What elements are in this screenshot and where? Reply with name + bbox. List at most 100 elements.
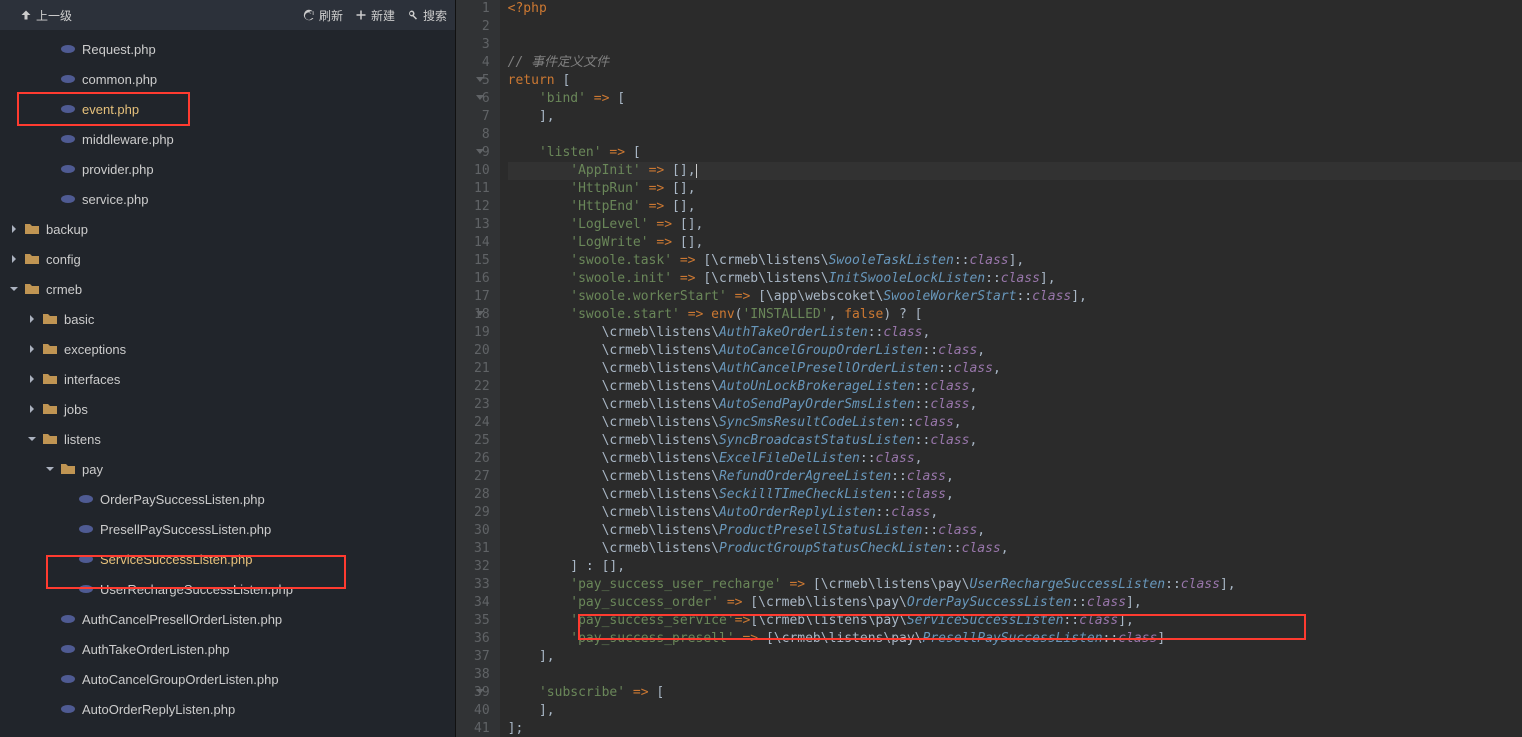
file-item[interactable]: OrderPaySuccessListen.php [0,484,455,514]
code-line[interactable]: ], [508,702,1522,720]
editor-code-area[interactable]: <?php // 事件定义文件return [ 'bind' => [ ], '… [500,0,1522,737]
line-number[interactable]: 13 [474,216,490,234]
search-button[interactable]: 搜索 [407,7,447,24]
code-editor[interactable]: 1234567891011121314151617181920212223242… [456,0,1522,737]
line-number[interactable]: 33 [474,576,490,594]
code-line[interactable]: \crmeb\listens\SyncBroadcastStatusListen… [508,432,1522,450]
code-line[interactable]: 'bind' => [ [508,90,1522,108]
line-number[interactable]: 28 [474,486,490,504]
code-line[interactable]: 'HttpEnd' => [], [508,198,1522,216]
code-line[interactable]: ] : [], [508,558,1522,576]
line-number[interactable]: 1 [474,0,490,18]
file-item[interactable]: middleware.php [0,124,455,154]
code-line[interactable]: ], [508,648,1522,666]
file-item[interactable]: AuthCancelPresellOrderListen.php [0,604,455,634]
line-number[interactable]: 30 [474,522,490,540]
code-line[interactable]: 'swoole.start' => env('INSTALLED', false… [508,306,1522,324]
file-item[interactable]: ServiceSuccessListen.php [0,544,455,574]
line-number[interactable]: 9 [474,144,490,162]
code-line[interactable]: 'swoole.task' => [\crmeb\listens\SwooleT… [508,252,1522,270]
line-number[interactable]: 37 [474,648,490,666]
line-number[interactable]: 15 [474,252,490,270]
file-item[interactable]: event.php [0,94,455,124]
code-line[interactable] [508,126,1522,144]
file-item[interactable]: PresellPaySuccessListen.php [0,514,455,544]
line-number[interactable]: 16 [474,270,490,288]
line-number[interactable]: 29 [474,504,490,522]
line-number[interactable]: 40 [474,702,490,720]
file-item[interactable]: service.php [0,184,455,214]
line-number[interactable]: 7 [474,108,490,126]
line-number[interactable]: 20 [474,342,490,360]
folder-item[interactable]: exceptions [0,334,455,364]
code-line[interactable]: 'pay_success_service'=>[\crmeb\listens\p… [508,612,1522,630]
folder-item[interactable]: crmeb [0,274,455,304]
folder-item[interactable]: jobs [0,394,455,424]
folder-item[interactable]: basic [0,304,455,334]
line-number[interactable]: 8 [474,126,490,144]
file-item[interactable]: AutoCancelGroupOrderListen.php [0,664,455,694]
code-line[interactable]: <?php [508,0,1522,18]
line-number[interactable]: 34 [474,594,490,612]
refresh-button[interactable]: 刷新 [303,7,343,24]
line-number[interactable]: 26 [474,450,490,468]
file-item[interactable]: common.php [0,64,455,94]
code-line[interactable]: 'swoole.workerStart' => [\app\webscoket\… [508,288,1522,306]
code-line[interactable]: ], [508,108,1522,126]
folder-item[interactable]: backup [0,214,455,244]
code-line[interactable] [508,666,1522,684]
line-number[interactable]: 41 [474,720,490,737]
code-line[interactable]: \crmeb\listens\AuthTakeOrderListen::clas… [508,324,1522,342]
line-number[interactable]: 35 [474,612,490,630]
line-number[interactable]: 38 [474,666,490,684]
code-line[interactable]: 'LogLevel' => [], [508,216,1522,234]
line-number[interactable]: 3 [474,36,490,54]
folder-item[interactable]: config [0,244,455,274]
code-line[interactable]: \crmeb\listens\SeckillTImeCheckListen::c… [508,486,1522,504]
line-number[interactable]: 32 [474,558,490,576]
code-line[interactable]: \crmeb\listens\AutoOrderReplyListen::cla… [508,504,1522,522]
folder-item[interactable]: pay [0,454,455,484]
code-line[interactable]: 'pay_success_presell' => [\crmeb\listens… [508,630,1522,648]
code-line[interactable]: // 事件定义文件 [508,54,1522,72]
folder-item[interactable]: listens [0,424,455,454]
code-line[interactable] [508,36,1522,54]
code-line[interactable] [508,18,1522,36]
code-line[interactable]: 'listen' => [ [508,144,1522,162]
line-number[interactable]: 27 [474,468,490,486]
line-number[interactable]: 36 [474,630,490,648]
code-line[interactable]: \crmeb\listens\SyncSmsResultCodeListen::… [508,414,1522,432]
code-line[interactable]: 'AppInit' => [], [508,162,1522,180]
line-number[interactable]: 25 [474,432,490,450]
code-line[interactable]: \crmeb\listens\AutoSendPayOrderSmsListen… [508,396,1522,414]
file-item[interactable]: AuthTakeOrderListen.php [0,634,455,664]
line-number[interactable]: 21 [474,360,490,378]
code-line[interactable]: ]; [508,720,1522,737]
line-number[interactable]: 14 [474,234,490,252]
line-number[interactable]: 5 [474,72,490,90]
code-line[interactable]: \crmeb\listens\AutoUnLockBrokerageListen… [508,378,1522,396]
line-number[interactable]: 18 [474,306,490,324]
code-line[interactable]: 'subscribe' => [ [508,684,1522,702]
code-line[interactable]: return [ [508,72,1522,90]
up-button[interactable]: 上一级 [20,7,72,24]
code-line[interactable]: \crmeb\listens\ExcelFileDelListen::class… [508,450,1522,468]
line-number[interactable]: 22 [474,378,490,396]
code-line[interactable]: 'LogWrite' => [], [508,234,1522,252]
folder-item[interactable]: interfaces [0,364,455,394]
file-item[interactable]: Request.php [0,34,455,64]
line-number[interactable]: 2 [474,18,490,36]
line-number[interactable]: 4 [474,54,490,72]
code-line[interactable]: \crmeb\listens\RefundOrderAgreeListen::c… [508,468,1522,486]
line-number[interactable]: 11 [474,180,490,198]
code-line[interactable]: \crmeb\listens\AuthCancelPresellOrderLis… [508,360,1522,378]
file-tree[interactable]: Request.phpcommon.phpevent.phpmiddleware… [0,30,455,737]
code-line[interactable]: 'pay_success_user_recharge' => [\crmeb\l… [508,576,1522,594]
code-line[interactable]: 'swoole.init' => [\crmeb\listens\InitSwo… [508,270,1522,288]
line-number[interactable]: 10 [474,162,490,180]
code-line[interactable]: \crmeb\listens\AutoCancelGroupOrderListe… [508,342,1522,360]
line-number[interactable]: 17 [474,288,490,306]
code-line[interactable]: 'pay_success_order' => [\crmeb\listens\p… [508,594,1522,612]
code-line[interactable]: \crmeb\listens\ProductGroupStatusCheckLi… [508,540,1522,558]
code-line[interactable]: 'HttpRun' => [], [508,180,1522,198]
